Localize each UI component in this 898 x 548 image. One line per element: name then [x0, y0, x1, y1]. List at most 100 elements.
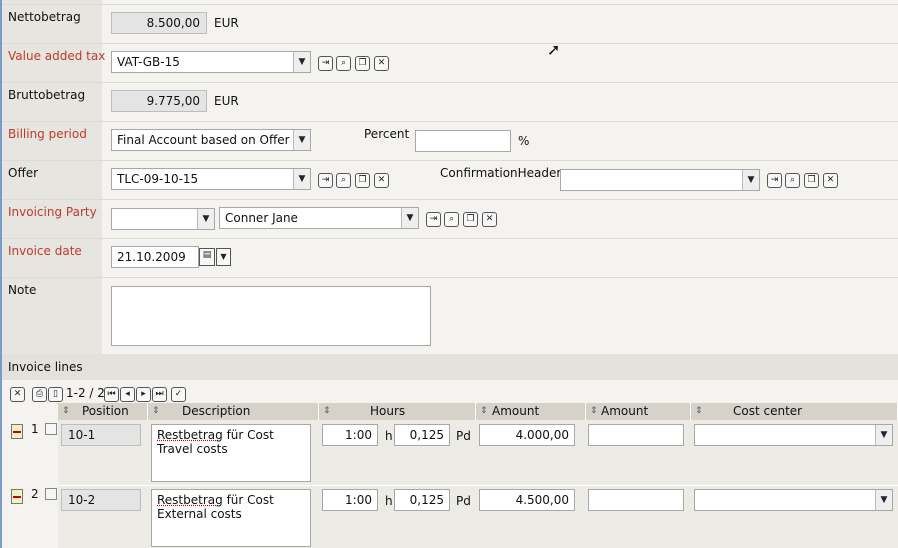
- amount-internal-input[interactable]: [588, 424, 684, 446]
- invoice-date-input[interactable]: 21.10.2009: [111, 246, 199, 268]
- brutto-field: 9.775,00: [111, 90, 207, 112]
- chevron-down-icon: ▼: [293, 130, 310, 150]
- col-header-cost-center[interactable]: ⇕ Cost center: [691, 403, 898, 420]
- clear-icon[interactable]: ✕: [374, 173, 389, 188]
- cost-center-select[interactable]: ▼: [694, 489, 893, 511]
- col-header-position[interactable]: ⇕ Position: [58, 403, 148, 420]
- col-header-amount-internal[interactable]: ⇕Amount internal: [586, 403, 691, 435]
- mouse-cursor-icon: ➚: [547, 40, 561, 59]
- pager-text: 1-2 / 2: [66, 386, 105, 400]
- position-field: 10-2: [61, 489, 141, 511]
- copy-icon[interactable]: ❐: [804, 173, 819, 188]
- amount-external-input[interactable]: 4.500,00: [479, 489, 575, 511]
- sort-icon: ⇕: [323, 406, 331, 416]
- vat-select[interactable]: VAT-GB-15 ▼: [111, 51, 311, 73]
- chevron-down-icon: ▼: [875, 425, 892, 445]
- open-icon[interactable]: ⇥: [318, 173, 333, 188]
- header-label: Position: [82, 404, 129, 418]
- person-days-input[interactable]: 0,125: [394, 489, 450, 511]
- divider: [2, 4, 898, 5]
- netto-field: 8.500,00: [111, 12, 207, 34]
- billing-select[interactable]: Final Account based on Offer ▼: [111, 129, 311, 151]
- invoice-lines-band: [2, 354, 898, 380]
- hours-input[interactable]: 1:00: [322, 424, 378, 446]
- clear-icon[interactable]: ✕: [823, 173, 838, 188]
- next-page-icon[interactable]: ▸: [136, 387, 151, 402]
- pd-unit: Pd: [456, 494, 471, 508]
- confirmation-select[interactable]: ▼: [560, 169, 760, 191]
- row-checkbox[interactable]: [45, 488, 57, 500]
- person-days-input[interactable]: 0,125: [394, 424, 450, 446]
- description-text: Restbetrag: [157, 493, 223, 507]
- amount-internal-input[interactable]: [588, 489, 684, 511]
- hours-input[interactable]: 1:00: [322, 489, 378, 511]
- brutto-label: Bruttobetrag: [8, 88, 86, 102]
- chevron-down-icon: ▼: [742, 170, 759, 190]
- table-row: 2 10-2 Restbetrag für Cost External cost…: [0, 485, 898, 548]
- delete-row-icon[interactable]: [11, 489, 23, 504]
- sort-icon: ⇕: [152, 406, 160, 416]
- col-header-description[interactable]: ⇕ Description: [148, 403, 319, 420]
- vat-value: VAT-GB-15: [117, 55, 180, 69]
- sort-icon: ⇕: [590, 406, 598, 416]
- divider: [2, 43, 898, 44]
- open-icon[interactable]: ⇥: [318, 56, 333, 71]
- header-label: Description: [182, 404, 251, 418]
- chevron-down-icon: ▼: [197, 209, 214, 229]
- last-page-icon[interactable]: ⏭: [152, 387, 167, 402]
- delete-row-icon[interactable]: [11, 424, 23, 439]
- clear-icon[interactable]: ✕: [482, 212, 497, 227]
- percent-unit: %: [518, 134, 530, 148]
- search-icon[interactable]: ⌕: [336, 56, 351, 71]
- clear-icon[interactable]: ✕: [374, 56, 389, 71]
- first-page-icon[interactable]: ⏮: [104, 387, 119, 402]
- invoice-lines-title: Invoice lines: [8, 360, 83, 374]
- hours-unit: h: [385, 429, 393, 443]
- chevron-down-icon: ▼: [293, 169, 310, 189]
- percent-label: Percent: [364, 127, 410, 141]
- amount-external-input[interactable]: 4.000,00: [479, 424, 575, 446]
- search-icon[interactable]: ⌕: [785, 173, 800, 188]
- party-person-select[interactable]: Conner Jane ▼: [219, 207, 419, 229]
- search-icon[interactable]: ⌕: [444, 212, 459, 227]
- invoice-date-label: Invoice date: [8, 244, 82, 258]
- copy-icon[interactable]: ❐: [463, 212, 478, 227]
- row-number: 2: [31, 487, 39, 501]
- print-icon[interactable]: ⎙: [32, 387, 47, 402]
- check-icon[interactable]: ✓: [171, 387, 186, 402]
- col-header-hours[interactable]: ⇕ Hours: [319, 403, 476, 420]
- offer-select[interactable]: TLC-09-10-15 ▼: [111, 168, 311, 190]
- divider: [2, 121, 898, 122]
- offer-label: Offer: [8, 166, 39, 180]
- invoicing-party-label: Invoicing Party: [8, 205, 97, 219]
- col-header-amount-external[interactable]: ⇕Amount external: [476, 403, 586, 435]
- open-icon[interactable]: ⇥: [426, 212, 441, 227]
- note-textarea[interactable]: [111, 286, 431, 346]
- description-textarea[interactable]: Restbetrag für Cost External costs: [151, 489, 311, 547]
- chevron-down-icon: ▼: [401, 208, 418, 228]
- search-icon[interactable]: ⌕: [336, 173, 351, 188]
- netto-label: Nettobetrag: [8, 10, 81, 24]
- netto-currency: EUR: [214, 16, 239, 30]
- header-label: Cost center: [733, 404, 803, 418]
- document-icon[interactable]: ▯: [48, 387, 63, 402]
- party-type-select[interactable]: ▼: [111, 208, 215, 230]
- open-icon[interactable]: ⇥: [767, 173, 782, 188]
- copy-icon[interactable]: ❐: [355, 56, 370, 71]
- row-checkbox[interactable]: [45, 423, 57, 435]
- divider: [2, 199, 898, 200]
- calendar-icon[interactable]: ▤: [199, 248, 215, 266]
- cost-center-select[interactable]: ▼: [694, 424, 893, 446]
- position-field: 10-1: [61, 424, 141, 446]
- chevron-down-icon[interactable]: ▼: [216, 248, 231, 266]
- row-number: 1: [31, 422, 39, 436]
- description-textarea[interactable]: Restbetrag für Cost Travel costs: [151, 424, 311, 482]
- billing-value: Final Account based on Offer: [117, 133, 290, 147]
- offer-value: TLC-09-10-15: [117, 172, 199, 186]
- prev-page-icon[interactable]: ◂: [120, 387, 135, 402]
- close-icon[interactable]: ✕: [10, 387, 25, 402]
- copy-icon[interactable]: ❐: [355, 173, 370, 188]
- party-person-value: Conner Jane: [225, 211, 298, 225]
- divider: [2, 160, 898, 161]
- percent-input[interactable]: [415, 130, 511, 152]
